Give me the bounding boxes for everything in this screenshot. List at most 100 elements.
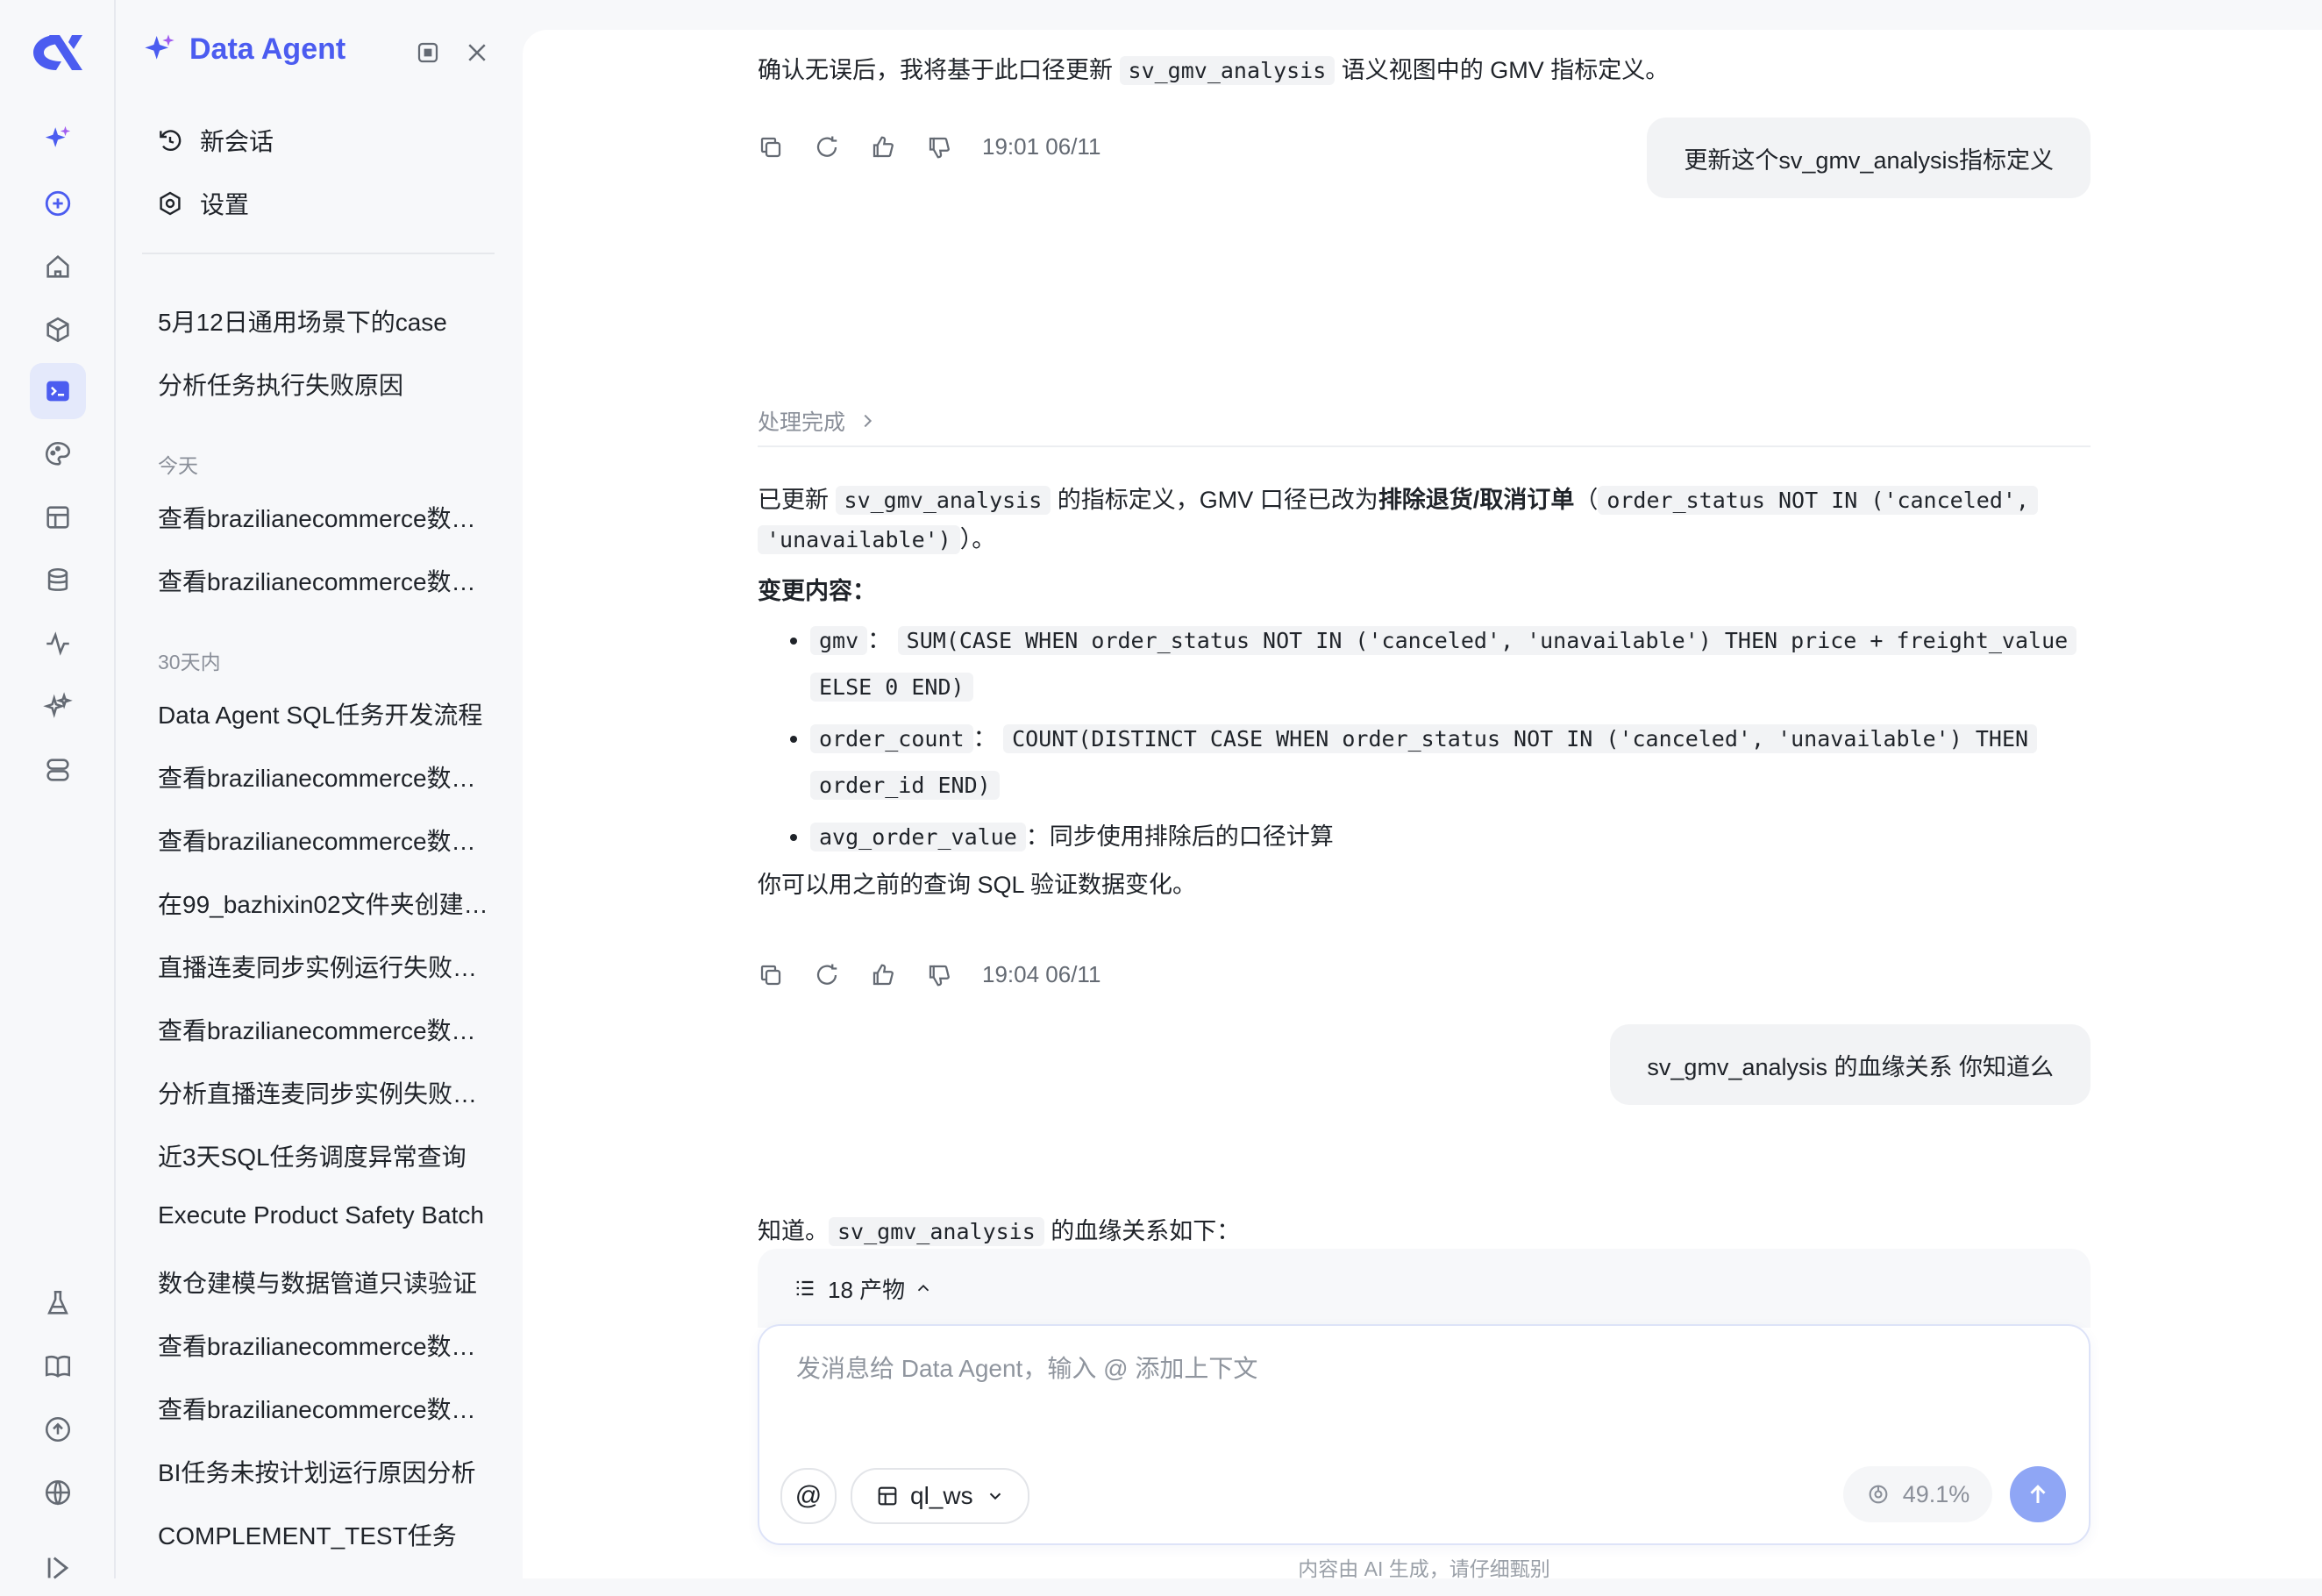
inline-code: 'unavailable')	[758, 525, 960, 554]
inline-code: SUM(CASE WHEN order_status NOT IN ('canc…	[897, 626, 2077, 655]
message-actions: 19:01 06/11	[758, 133, 1100, 160]
regenerate-icon[interactable]	[814, 134, 840, 160]
context-icon	[1869, 1485, 1888, 1504]
history-item[interactable]: 查看brazilianecommerce数据表	[158, 563, 491, 598]
magic-icon[interactable]	[30, 679, 86, 735]
history-item[interactable]: 在99_bazhixin02文件夹创建任务	[158, 886, 491, 921]
history-item[interactable]: 查看brazilianecommerce数据表	[158, 1012, 491, 1047]
history-item[interactable]: 直播连麦同步实例运行失败原因	[158, 949, 491, 984]
user-message: 更新这个sv_gmv_analysis指标定义	[1647, 118, 2091, 198]
message-text: 同步使用排除后的口径计算	[1049, 823, 1334, 850]
home-icon[interactable]	[30, 239, 86, 295]
message-composer: @ ql_ws 49.1%	[758, 1324, 2091, 1545]
new-chat-label: 新会话	[200, 128, 274, 155]
history-item[interactable]: Data Agent SQL任务开发流程	[158, 696, 491, 731]
cube-icon[interactable]	[30, 302, 86, 358]
message-text: ：	[867, 627, 892, 653]
arrow-up-icon	[2030, 1485, 2046, 1503]
inline-code: sv_gmv_analysis	[1119, 56, 1336, 85]
brand: Data Agent	[142, 32, 345, 67]
server-icon[interactable]	[30, 742, 86, 798]
assistant-message-partial: 知道。 sv_gmv_analysis 的血缘关系如下：	[758, 1212, 2091, 1251]
close-icon[interactable]	[459, 35, 495, 70]
assistant-message-partial: 确认无误后，我将基于此口径更新 sv_gmv_analysis 语义视图中的 G…	[758, 51, 2091, 90]
chevron-right-icon	[864, 414, 873, 428]
history-item[interactable]: 分析任务执行失败原因	[158, 367, 491, 402]
thumbs-up-icon[interactable]	[870, 962, 896, 988]
globe-icon[interactable]	[30, 1464, 86, 1521]
plus-circle-icon[interactable]	[30, 175, 86, 232]
message-timestamp: 19:01 06/11	[982, 133, 1101, 160]
message-text: 已更新	[758, 487, 836, 513]
history-item[interactable]: 查看brazilianecommerce数据表	[158, 759, 491, 794]
history-item[interactable]: 数仓建模与数据管道只读验证	[158, 1265, 491, 1300]
sparkle-icon[interactable]	[30, 110, 86, 167]
palette-icon[interactable]	[30, 426, 86, 482]
context-usage-value: 49.1%	[1902, 1480, 1970, 1507]
message-text: ）。	[959, 526, 996, 552]
book-icon[interactable]	[30, 1338, 86, 1394]
mention-button[interactable]: @	[780, 1468, 837, 1524]
processing-status-toggle[interactable]: 处理完成	[758, 405, 2091, 447]
message-text: 语义视图中的 GMV 指标定义。	[1335, 57, 1670, 83]
history-sidebar: Data Agent 新会话 设置 5月12日通用场景下的case 分析任务执行…	[116, 0, 521, 1578]
copy-icon[interactable]	[758, 962, 784, 988]
context-usage-indicator[interactable]: 49.1%	[1843, 1466, 1992, 1522]
history-item[interactable]: 查看brazilianecommerce数据表	[158, 1391, 491, 1426]
history-item[interactable]: 查看brazilianecommerce数据表	[158, 823, 491, 858]
thumbs-up-icon[interactable]	[870, 134, 896, 160]
history-item[interactable]: COMPLEMENT_TEST任务	[158, 1517, 491, 1552]
sidebar-divider	[142, 253, 495, 254]
activity-icon[interactable]	[30, 616, 86, 672]
chat-panel: 确认无误后，我将基于此口径更新 sv_gmv_analysis 语义视图中的 G…	[523, 30, 2322, 1578]
message-text: ：	[972, 725, 997, 752]
history-item[interactable]: 5月12日通用场景下的case	[158, 303, 491, 338]
settings-label: 设置	[200, 191, 250, 218]
thumbs-down-icon[interactable]	[926, 962, 952, 988]
history-item[interactable]: 查看brazilianecommerce数据表	[158, 1328, 491, 1363]
inline-code: order_id END)	[810, 771, 1000, 800]
message-text: 确认无误后，我将基于此口径更新	[758, 57, 1120, 83]
logo-icon[interactable]	[30, 28, 86, 77]
inline-code: order_count	[810, 724, 973, 753]
copy-icon[interactable]	[758, 134, 784, 160]
history-item[interactable]: 查看brazilianecommerce数据表	[158, 500, 491, 535]
history-item[interactable]: 近3天SQL任务调度异常查询	[158, 1138, 491, 1173]
upload-icon[interactable]	[30, 1401, 86, 1457]
history-group-30d: 30天内	[158, 651, 221, 673]
message-timestamp: 19:04 06/11	[982, 961, 1101, 987]
changes-heading: 变更内容：	[758, 578, 876, 604]
workspace-select[interactable]: ql_ws	[851, 1468, 1029, 1524]
workspace-icon	[878, 1486, 897, 1506]
history-item[interactable]: BI任务未按计划运行原因分析	[158, 1454, 491, 1489]
inline-code: ELSE 0 END)	[810, 673, 973, 702]
list-item: order_count： COUNT(DISTINCT CASE WHEN or…	[810, 716, 2091, 809]
workspace-label: ql_ws	[910, 1482, 973, 1509]
history-item[interactable]: 分析直播连麦同步实例失败原因	[158, 1075, 491, 1110]
regenerate-icon[interactable]	[814, 962, 840, 988]
terminal-icon[interactable]	[30, 363, 86, 419]
artifacts-count: 18 产物	[828, 1276, 906, 1303]
send-button[interactable]	[2010, 1466, 2066, 1522]
inline-code: order_status NOT IN ('canceled',	[1598, 486, 2038, 515]
message-input[interactable]	[794, 1342, 2026, 1396]
ai-disclaimer: 内容由 AI 生成，请仔细甄别	[1298, 1557, 1550, 1578]
inline-code: avg_order_value	[810, 823, 1026, 851]
history-group-today: 今天	[158, 454, 198, 477]
table-icon[interactable]	[30, 489, 86, 545]
history-item[interactable]: Execute Product Safety Batch	[158, 1201, 491, 1229]
thumbs-down-icon[interactable]	[926, 134, 952, 160]
message-text: 知道。	[758, 1218, 829, 1244]
icon-rail	[0, 0, 116, 1579]
artifacts-toggle[interactable]: 18 产物	[793, 1272, 933, 1305]
collapse-icon[interactable]	[30, 1540, 86, 1596]
inline-code: gmv	[810, 626, 868, 655]
flask-icon[interactable]	[30, 1275, 86, 1331]
message-text: （	[1574, 487, 1599, 513]
database-icon[interactable]	[30, 552, 86, 609]
new-chat-button[interactable]: 新会话	[156, 123, 274, 158]
user-message: sv_gmv_analysis 的血缘关系 你知道么	[1610, 1024, 2091, 1105]
message-text: 的指标定义，GMV 口径已改为	[1051, 487, 1378, 513]
settings-button[interactable]: 设置	[156, 186, 249, 221]
panel-toggle-icon[interactable]	[410, 35, 445, 70]
